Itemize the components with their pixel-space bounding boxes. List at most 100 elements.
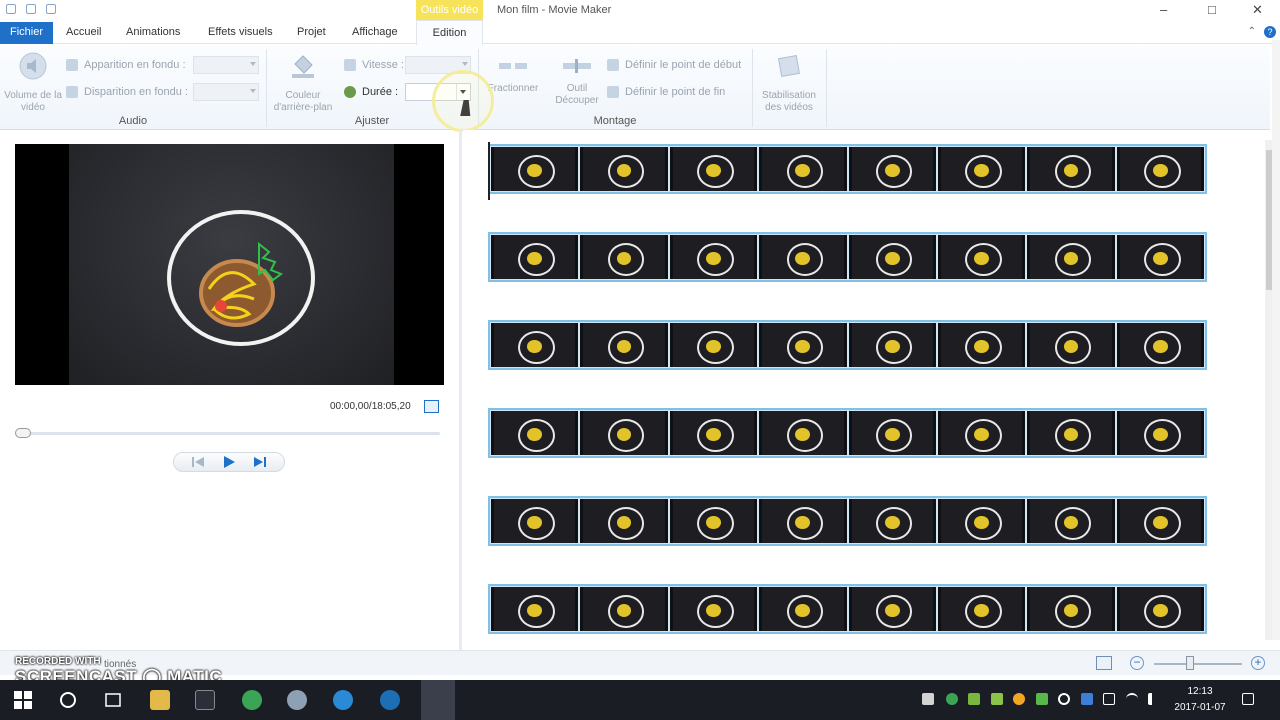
duration-input[interactable] <box>405 83 471 101</box>
zoom-thumb[interactable] <box>1186 656 1194 670</box>
video-clip-strip[interactable] <box>488 408 1207 458</box>
clip-thumbnail[interactable] <box>848 323 936 367</box>
seek-thumb[interactable] <box>15 428 31 438</box>
clip-thumbnail[interactable] <box>669 411 758 455</box>
clip-thumbnail[interactable] <box>491 411 579 455</box>
tab-project[interactable]: Projet <box>297 24 326 44</box>
play-button[interactable] <box>220 455 238 469</box>
clip-thumbnail[interactable] <box>759 411 847 455</box>
previous-frame-button[interactable] <box>189 455 207 469</box>
clip-thumbnail[interactable] <box>580 411 668 455</box>
clip-thumbnail[interactable] <box>1116 411 1204 455</box>
video-clip-strip[interactable] <box>488 320 1207 370</box>
clip-thumbnail[interactable] <box>1116 235 1204 279</box>
clip-thumbnail[interactable] <box>937 235 1026 279</box>
clip-thumbnail[interactable] <box>580 499 668 543</box>
split-button[interactable]: Fractionner <box>484 57 542 95</box>
save-icon[interactable] <box>6 4 16 14</box>
clip-thumbnail[interactable] <box>1027 147 1115 191</box>
video-preview[interactable] <box>15 144 444 385</box>
clip-thumbnail[interactable] <box>1116 147 1204 191</box>
tab-animations[interactable]: Animations <box>126 24 180 44</box>
clip-thumbnail[interactable] <box>491 235 579 279</box>
clip-thumbnail[interactable] <box>1116 323 1204 367</box>
fullscreen-icon[interactable] <box>424 400 439 413</box>
clip-thumbnail[interactable] <box>669 323 758 367</box>
video-clip-strip[interactable] <box>488 496 1207 546</box>
redo-icon[interactable] <box>46 4 56 14</box>
tray-app-icon[interactable] <box>1036 693 1048 705</box>
video-clip-strip[interactable] <box>488 584 1207 634</box>
next-frame-button[interactable] <box>251 455 269 469</box>
tray-app-icon[interactable] <box>968 693 980 705</box>
clip-thumbnail[interactable] <box>759 587 847 631</box>
clip-thumbnail[interactable] <box>937 499 1026 543</box>
thumbnail-size-icon[interactable] <box>1096 656 1112 670</box>
clip-thumbnail[interactable] <box>580 323 668 367</box>
tab-view[interactable]: Affichage <box>352 24 398 44</box>
clip-thumbnail[interactable] <box>848 235 936 279</box>
tray-record-icon[interactable] <box>1058 693 1070 705</box>
taskbar-clock[interactable]: 12:13 2017-01-07 <box>1170 684 1230 716</box>
trim-tool-button[interactable]: Outil Découper <box>548 57 606 107</box>
video-stabilization-button[interactable]: Stabilisation des vidéos <box>756 50 822 114</box>
search-icon[interactable] <box>58 690 78 710</box>
clip-thumbnail[interactable] <box>1027 411 1115 455</box>
tray-app-icon[interactable] <box>922 693 934 705</box>
terminal-icon[interactable] <box>195 690 215 710</box>
clip-thumbnail[interactable] <box>848 411 936 455</box>
maximize-icon[interactable]: □ <box>1208 2 1216 17</box>
clip-thumbnail[interactable] <box>1116 587 1204 631</box>
duration-dropdown-button[interactable] <box>456 84 470 100</box>
close-icon[interactable]: ✕ <box>1252 2 1263 18</box>
collapse-ribbon-icon[interactable]: ⌃ <box>1248 26 1256 37</box>
media-player-icon[interactable] <box>380 690 400 710</box>
tray-app-icon[interactable] <box>1013 693 1025 705</box>
clip-thumbnail[interactable] <box>580 147 668 191</box>
clip-thumbnail[interactable] <box>848 499 936 543</box>
battery-icon[interactable] <box>1103 693 1115 705</box>
clip-thumbnail[interactable] <box>937 147 1026 191</box>
task-view-icon[interactable] <box>103 690 123 710</box>
volume-icon[interactable] <box>1148 693 1160 705</box>
tab-visual-effects[interactable]: Effets visuels <box>208 24 273 44</box>
clip-thumbnail[interactable] <box>759 147 847 191</box>
video-clip-strip[interactable] <box>488 232 1207 282</box>
clip-thumbnail[interactable] <box>759 323 847 367</box>
clip-thumbnail[interactable] <box>1116 499 1204 543</box>
zoom-out-icon[interactable]: − <box>1130 656 1144 670</box>
wifi-icon[interactable] <box>1126 693 1138 705</box>
clip-thumbnail[interactable] <box>937 411 1026 455</box>
clip-thumbnail[interactable] <box>1027 499 1115 543</box>
clip-thumbnail[interactable] <box>669 499 758 543</box>
app-icon[interactable] <box>287 690 307 710</box>
background-color-button[interactable]: Couleur d'arrière-plan <box>270 50 336 114</box>
video-clip-strip[interactable] <box>488 144 1207 194</box>
zoom-in-icon[interactable]: + <box>1251 656 1265 670</box>
clip-thumbnail[interactable] <box>1027 587 1115 631</box>
clip-thumbnail[interactable] <box>580 587 668 631</box>
window-scrollbar[interactable] <box>1272 40 1280 640</box>
tab-home[interactable]: Accueil <box>66 24 101 44</box>
windows-start-icon[interactable] <box>13 690 33 710</box>
chrome-icon[interactable] <box>242 690 262 710</box>
clip-thumbnail[interactable] <box>491 323 579 367</box>
tab-edit[interactable]: Edition <box>416 20 483 45</box>
clip-thumbnail[interactable] <box>937 323 1026 367</box>
set-start-point-button[interactable]: Définir le point de début <box>607 56 741 74</box>
clip-thumbnail[interactable] <box>759 235 847 279</box>
tab-file[interactable]: Fichier <box>0 22 53 44</box>
notifications-icon[interactable] <box>1242 693 1254 705</box>
bluetooth-icon[interactable] <box>1081 693 1093 705</box>
undo-icon[interactable] <box>26 4 36 14</box>
file-explorer-icon[interactable] <box>150 690 170 710</box>
tray-chrome-icon[interactable] <box>946 693 958 705</box>
clip-thumbnail[interactable] <box>759 499 847 543</box>
internet-explorer-icon[interactable] <box>333 690 353 710</box>
movie-maker-taskbar-button[interactable] <box>421 680 455 720</box>
set-end-point-button[interactable]: Définir le point de fin <box>607 83 725 101</box>
fade-in-select[interactable] <box>193 56 259 74</box>
pane-splitter[interactable] <box>459 130 462 650</box>
minimize-icon[interactable]: – <box>1160 2 1167 17</box>
seek-bar[interactable] <box>17 432 440 435</box>
